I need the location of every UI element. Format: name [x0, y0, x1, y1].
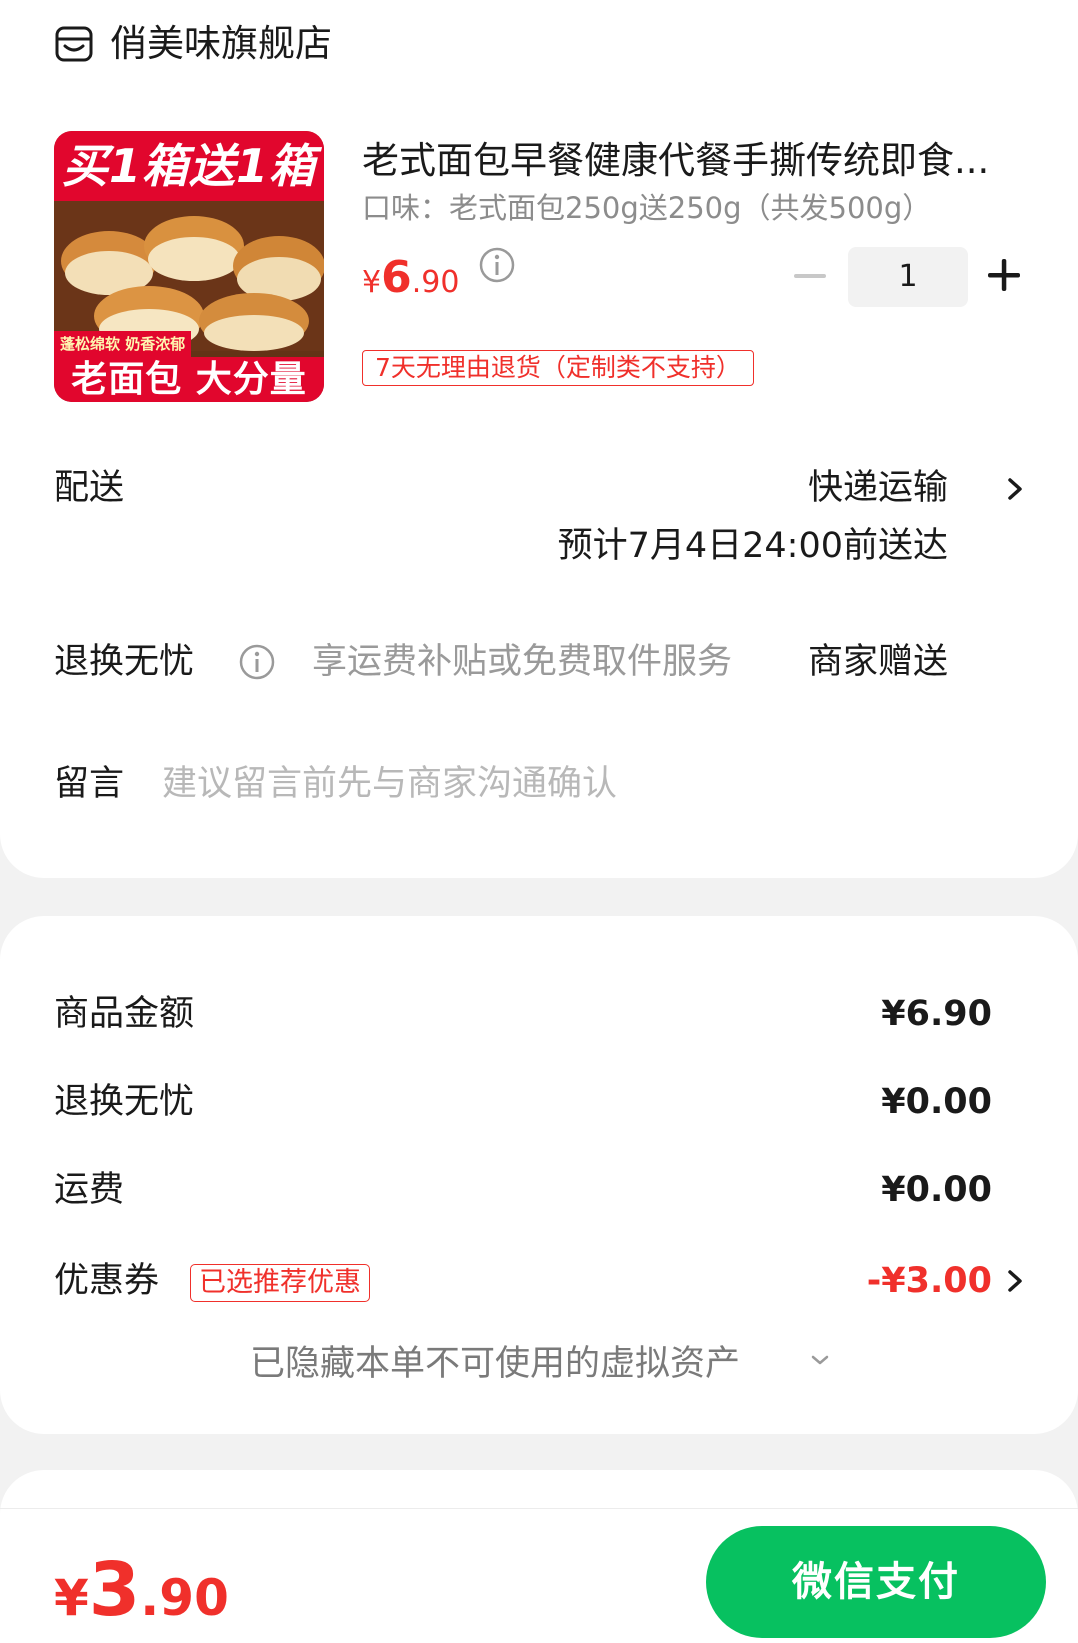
coupon-badge: 已选推荐优惠 — [190, 1264, 370, 1302]
delivery-eta: 预计7月4日24:00前送达 — [557, 526, 948, 566]
divider — [0, 1508, 1078, 1509]
summary-item-value: ¥0.00 — [881, 1170, 992, 1210]
summary-item-value: ¥0.00 — [881, 1082, 992, 1122]
chevron-down-icon[interactable] — [808, 1350, 832, 1370]
summary-item-label: 运费 — [54, 1170, 125, 1210]
product-price: ¥6.90 — [362, 248, 459, 317]
total-symbol: ¥ — [54, 1569, 89, 1627]
wechat-pay-button[interactable]: 微信支付 — [706, 1526, 1046, 1638]
worry-free-label: 退换无忧 — [54, 642, 195, 682]
coupon-chevron-right-icon[interactable] — [1004, 1266, 1028, 1296]
summary-item-label: 退换无忧 — [54, 1082, 195, 1122]
coupon-label: 优惠券 — [54, 1261, 160, 1301]
plus-icon[interactable] — [984, 255, 1024, 295]
price-symbol: ¥ — [362, 265, 382, 300]
message-label: 留言 — [54, 764, 125, 804]
coupon-value[interactable]: -¥3.00 — [867, 1257, 992, 1305]
order-card: 俏美味旗舰店 买1箱送1箱 蓬松绵软 奶香浓郁 老面包 大分量 老式面包早餐健康… — [0, 0, 1078, 878]
total-decimal: .90 — [140, 1569, 229, 1627]
bread-illustration — [54, 201, 324, 351]
store-name[interactable]: 俏美味旗舰店 — [110, 20, 332, 68]
product-image[interactable]: 买1箱送1箱 蓬松绵软 奶香浓郁 老面包 大分量 — [54, 131, 324, 402]
product-image-promo: 买1箱送1箱 — [54, 131, 324, 201]
price-integer: 6 — [381, 252, 412, 303]
product-image-caption: 老面包 大分量 — [54, 357, 324, 402]
quantity-input[interactable]: 1 — [848, 247, 968, 307]
worry-free-info-icon[interactable] — [238, 643, 276, 681]
total-price: ¥3.90 — [54, 1540, 229, 1643]
delivery-label: 配送 — [54, 468, 125, 508]
hidden-assets-toggle[interactable]: 已隐藏本单不可使用的虚拟资产 — [250, 1340, 740, 1388]
return-policy-badge: 7天无理由退货（定制类不支持） — [362, 350, 754, 386]
summary-item-label: 商品金额 — [54, 994, 195, 1034]
minus-icon[interactable] — [790, 254, 830, 298]
product-spec[interactable]: 口味：老式面包250g送250g（共发500g） — [362, 188, 931, 228]
worry-free-description: 享运费补贴或免费取件服务 — [312, 642, 733, 682]
worry-free-value: 商家赠送 — [807, 642, 948, 682]
store-icon — [55, 26, 93, 62]
message-input[interactable]: 建议留言前先与商家沟通确认 — [162, 760, 617, 808]
price-info-icon[interactable] — [478, 246, 516, 284]
chevron-right-icon[interactable] — [1004, 474, 1028, 504]
summary-item-value: ¥6.90 — [881, 994, 992, 1034]
total-integer: 3 — [88, 1547, 141, 1633]
delivery-method[interactable]: 快递运输 — [808, 464, 948, 512]
product-image-tag: 蓬松绵软 奶香浓郁 — [54, 331, 192, 357]
price-decimal: .90 — [411, 265, 460, 300]
product-title[interactable]: 老式面包早餐健康代餐手撕传统即食... — [362, 136, 1032, 186]
